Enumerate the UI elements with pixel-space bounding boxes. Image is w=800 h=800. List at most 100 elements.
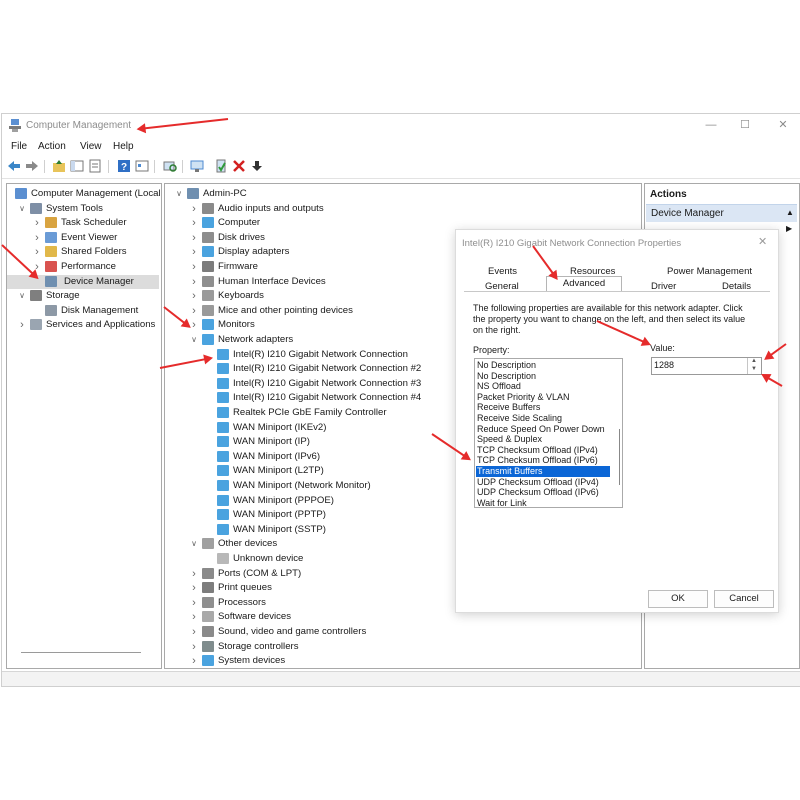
device-tree-item[interactable]: › Storage controllers	[165, 640, 639, 654]
minimize-button[interactable]: —	[700, 117, 722, 133]
property-list-item[interactable]: Receive Side Scaling	[476, 413, 610, 424]
property-list-item[interactable]: No Description	[476, 360, 610, 371]
console-tree-item[interactable]: ∨ System Tools	[7, 202, 159, 216]
disable-device-button[interactable]	[250, 159, 264, 173]
cancel-button[interactable]: Cancel	[714, 590, 774, 608]
system-tools-icon	[30, 202, 42, 214]
chevron-down-icon[interactable]: ∨	[190, 333, 198, 347]
up-level-button[interactable]	[52, 159, 66, 173]
property-list-scrollbar[interactable]	[619, 429, 620, 485]
device-tree-item-label: System devices	[218, 655, 286, 667]
collapse-arrow-icon[interactable]: ▲	[786, 208, 794, 217]
ok-button[interactable]: OK	[648, 590, 708, 608]
menu-action[interactable]: Action	[38, 141, 66, 152]
console-tree-item[interactable]: › Services and Applications	[7, 318, 159, 332]
menu-file[interactable]: File	[11, 141, 27, 152]
chevron-right-icon[interactable]: ›	[190, 289, 198, 303]
property-list-item[interactable]: NS Offload	[476, 381, 610, 392]
chevron-right-icon[interactable]: ›	[190, 640, 198, 654]
property-list-item[interactable]: Transmit Buffers	[476, 466, 610, 477]
device-tree-item-label: Storage controllers	[218, 640, 299, 652]
console-tree-item[interactable]: › Shared Folders	[7, 245, 159, 259]
chevron-right-icon[interactable]: ›	[190, 216, 198, 230]
hid-icon	[202, 275, 214, 287]
export-list-button[interactable]	[88, 159, 102, 173]
menu-help[interactable]: Help	[113, 141, 134, 152]
property-list-item[interactable]: Speed & Duplex	[476, 434, 610, 445]
value-input[interactable]: 1288	[654, 360, 674, 370]
console-tree-item[interactable]: ∨ Storage	[7, 289, 159, 303]
property-label: Property:	[473, 345, 510, 355]
device-tree-item-label: Realtek PCIe GbE Family Controller	[233, 407, 387, 418]
chevron-right-icon[interactable]: ›	[33, 245, 41, 259]
update-driver-button[interactable]	[190, 159, 204, 173]
dialog-close-icon[interactable]: ✕	[758, 235, 767, 248]
chevron-right-icon[interactable]: ›	[190, 231, 198, 245]
clock-icon	[45, 217, 57, 229]
spin-up-icon[interactable]: ▲	[751, 358, 757, 364]
device-tree-item[interactable]: › Sound, video and game controllers	[165, 625, 639, 639]
minimize-icon: —	[705, 119, 717, 131]
actions-device-manager-item[interactable]: Device Manager ▲	[646, 204, 797, 222]
device-tree-item[interactable]: › Audio inputs and outputs	[165, 202, 639, 216]
device-tree-item-label: Intel(R) I210 Gigabit Network Connection…	[233, 363, 422, 375]
chevron-down-icon[interactable]: ∨	[190, 537, 198, 551]
spin-buttons[interactable]: ▲ ▼	[747, 358, 761, 374]
chevron-right-icon[interactable]: ›	[190, 275, 198, 289]
chevron-right-icon[interactable]: ›	[33, 216, 41, 230]
chevron-right-icon[interactable]: ›	[190, 304, 198, 318]
device-tree-item-label: Other devices	[218, 538, 278, 550]
property-list-item[interactable]: No Description	[476, 371, 610, 382]
chevron-right-icon[interactable]: ›	[33, 231, 41, 245]
property-list[interactable]: No Description No Description NS Offload Pa…	[474, 358, 623, 508]
tab-power-management[interactable]: Power Management	[667, 266, 752, 277]
console-tree-item[interactable]: › Task Scheduler	[7, 216, 159, 230]
property-list-item[interactable]: TCP Checksum Offload (IPv6)	[476, 455, 610, 466]
property-list-item[interactable]: TCP Checksum Offload (IPv4)	[476, 445, 610, 456]
property-list-item[interactable]: Wait for Link	[476, 498, 610, 507]
value-spinbox[interactable]: 1288 ▲ ▼	[651, 357, 762, 375]
device-tree-item[interactable]: ∨ Admin-PC	[165, 187, 639, 201]
property-list-item[interactable]: Reduce Speed On Power Down	[476, 424, 610, 435]
uninstall-device-button[interactable]	[232, 159, 246, 173]
chevron-down-icon[interactable]: ∨	[18, 289, 26, 303]
menu-view[interactable]: View	[80, 141, 102, 152]
device-tree-item[interactable]: › System devices	[165, 654, 639, 668]
property-list-item[interactable]: Receive Buffers	[476, 402, 610, 413]
tab-events[interactable]: Events	[488, 266, 517, 277]
property-list-item[interactable]: Packet Priority & VLAN	[476, 392, 610, 403]
property-list-item[interactable]: UDP Checksum Offload (IPv4)	[476, 477, 610, 488]
title-bar[interactable]: Computer Management — ☐ ✕	[2, 114, 800, 138]
chevron-right-icon[interactable]: ›	[190, 567, 198, 581]
chevron-right-icon[interactable]: ›	[190, 654, 198, 668]
close-button[interactable]: ✕	[772, 117, 794, 133]
console-tree-item[interactable]: Computer Management (Local	[7, 187, 161, 201]
properties-button[interactable]	[135, 159, 149, 173]
chevron-down-icon[interactable]: ∨	[18, 202, 26, 216]
chevron-right-icon[interactable]: ›	[190, 260, 198, 274]
more-actions-arrow-icon[interactable]: ▶	[786, 224, 792, 233]
chevron-right-icon[interactable]: ›	[190, 625, 198, 639]
chevron-right-icon[interactable]: ›	[190, 245, 198, 259]
spin-down-icon[interactable]: ▼	[751, 366, 757, 372]
console-tree-item[interactable]: › Event Viewer	[7, 231, 159, 245]
chevron-right-icon[interactable]: ›	[190, 202, 198, 216]
property-list-item[interactable]: UDP Checksum Offload (IPv6)	[476, 487, 610, 498]
console-tree-item[interactable]: Disk Management	[7, 304, 159, 318]
maximize-button[interactable]: ☐	[734, 117, 756, 133]
enable-device-button[interactable]	[214, 159, 228, 173]
chevron-down-icon[interactable]: ∨	[175, 187, 183, 201]
chevron-right-icon[interactable]: ›	[190, 610, 198, 624]
back-button[interactable]	[7, 159, 21, 173]
shared-folder-icon	[45, 246, 57, 258]
toolbar-separator	[44, 160, 45, 173]
help-button[interactable]: ?	[117, 159, 131, 173]
scan-hardware-button[interactable]	[163, 159, 177, 173]
show-hide-tree-button[interactable]	[70, 159, 84, 173]
chevron-right-icon[interactable]: ›	[190, 581, 198, 595]
dialog-title[interactable]: Intel(R) I210 Gigabit Network Connection…	[462, 238, 681, 249]
chevron-right-icon[interactable]: ›	[18, 318, 26, 332]
forward-button[interactable]	[25, 159, 39, 173]
chevron-right-icon[interactable]: ›	[190, 596, 198, 610]
horizontal-scrollbar[interactable]	[21, 652, 141, 653]
